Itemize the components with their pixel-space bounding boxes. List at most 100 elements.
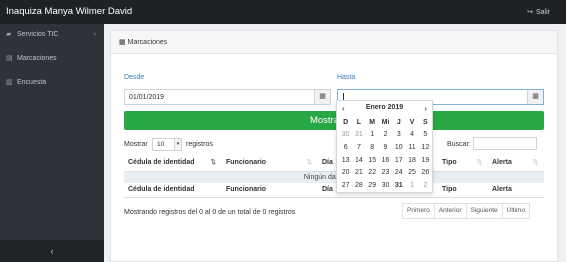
pagination-first[interactable]: Primero (403, 204, 435, 218)
calendar-day[interactable]: 13 (339, 157, 352, 164)
calendar-day[interactable]: 18 (405, 157, 418, 164)
table-footer-row: Cédula de identidad Funcionario Día Tipo… (124, 183, 544, 198)
calendar-day[interactable]: 1 (366, 131, 379, 138)
calendar-day[interactable]: 2 (419, 182, 432, 189)
column-label: Tipo (442, 159, 457, 167)
weekday-label: J (396, 118, 401, 126)
table-info: Mostrando registros del 0 al 0 de un tot… (124, 209, 296, 216)
weekday-header-row: D L M Mi J V S (339, 116, 432, 129)
card-title-text: Marcaciones (127, 39, 168, 46)
desde-label: Desde (124, 74, 145, 81)
calendar-day[interactable]: 23 (379, 169, 392, 176)
column-header-alerta[interactable]: Alerta ⇅ (488, 155, 544, 172)
registros-label: registros (186, 141, 213, 148)
footer-funcionario: Funcionario (222, 183, 318, 198)
column-header-cedula[interactable]: Cédula de identidad ⇅ (124, 155, 222, 172)
show-marcaciones-button[interactable]: Mostrar ma (124, 111, 544, 130)
calendar-day[interactable]: 16 (379, 157, 392, 164)
column-label: Cédula de identidad (128, 159, 195, 167)
chart-icon: ▥ (6, 79, 13, 86)
calendar-day[interactable]: 31 (352, 131, 365, 138)
table-row: Ningún dato dispon (124, 171, 544, 183)
calendar-day[interactable]: 3 (392, 131, 405, 138)
sidebar-item-encuesta[interactable]: ▥ Encuesta (0, 72, 104, 94)
calendar-icon: ▦ (119, 39, 126, 46)
card-header: ▦ Marcaciones (111, 31, 557, 54)
calendar-day[interactable]: 11 (405, 144, 418, 151)
pagination-previous[interactable]: Anterior (434, 204, 467, 218)
column-header-funcionario[interactable]: Funcionario ⇅ (222, 155, 318, 172)
calendar-day[interactable]: 2 (379, 131, 392, 138)
calendar-day[interactable]: 14 (352, 157, 365, 164)
pagination: Primero Anterior Siguiente Último (402, 203, 531, 219)
datepicker-month-title[interactable]: Enero 2019 (337, 104, 432, 111)
logout-link[interactable]: ↪ Salir (527, 8, 550, 16)
calendar-day[interactable]: 19 (419, 157, 432, 164)
calendar-day[interactable]: 29 (366, 182, 379, 189)
calendar-icon[interactable]: ▦ (314, 90, 330, 104)
calendar-day[interactable]: 12 (419, 144, 432, 151)
calendar-day[interactable]: 10 (392, 144, 405, 151)
sort-icon: ⇅ (210, 159, 216, 166)
calendar-day[interactable]: 30 (339, 131, 352, 138)
calendar-week-row: 13 14 15 16 17 18 19 (339, 154, 432, 167)
next-month-icon[interactable]: › (424, 104, 427, 113)
desde-field[interactable]: 01/01/2019 ▦ (124, 89, 331, 105)
calendar-day[interactable]: 21 (352, 169, 365, 176)
sort-icon: ⇅ (476, 159, 482, 166)
weekday-label: V (409, 118, 415, 126)
calendar-day[interactable]: 20 (339, 169, 352, 176)
chevron-down-icon: ▾ (174, 139, 181, 150)
calendar-day[interactable]: 24 (392, 169, 405, 176)
sidebar-collapse-button[interactable]: ‹ (0, 240, 104, 262)
calendar-day[interactable]: 28 (352, 182, 365, 189)
sort-icon: ⇅ (306, 159, 312, 166)
footer-tipo: Tipo (438, 183, 488, 198)
calendar-day[interactable]: 17 (392, 157, 405, 164)
empty-message: Ningún dato dispon (124, 171, 544, 183)
search-control: Buscar: (447, 137, 537, 150)
sidebar-item-label: Servicios TIC (17, 31, 59, 38)
desde-value: 01/01/2019 (129, 93, 165, 101)
calendar-day[interactable]: 31 (392, 182, 405, 189)
column-label: Funcionario (226, 159, 267, 167)
calendar-day[interactable]: 4 (405, 131, 418, 138)
sidebar-item-marcaciones[interactable]: ▤ Marcaciones (0, 48, 104, 70)
chevron-right-icon: › (93, 31, 96, 38)
weekday-label: D (343, 118, 349, 126)
chevron-left-icon: ‹ (50, 246, 54, 256)
hasta-label: Hasta (337, 74, 356, 81)
column-header-tipo[interactable]: Tipo ⇅ (438, 155, 488, 172)
weekday-label: S (422, 118, 428, 126)
calendar-day[interactable]: 30 (379, 182, 392, 189)
calendar-day[interactable]: 22 (366, 169, 379, 176)
datepicker-grid: D L M Mi J V S 30 31 1 2 3 4 5 6 7 8 9 10 11 12 13 14 15 16 17 18 1… (339, 116, 432, 192)
sidebar-item-label: Encuesta (17, 79, 47, 86)
calendar-day[interactable]: 26 (419, 169, 432, 176)
calendar-day[interactable]: 8 (366, 144, 379, 151)
calendar-day[interactable]: 9 (379, 144, 392, 151)
calendar-week-row: 20 21 22 23 24 25 26 (339, 166, 432, 179)
length-select[interactable]: 10 ▾ (152, 138, 182, 151)
calendar-week-row: 6 7 8 9 10 11 12 (339, 141, 432, 154)
calendar-week-row: 27 28 29 30 31 1 2 (339, 179, 432, 192)
calendar-day[interactable]: 1 (405, 182, 418, 189)
calendar-day[interactable]: 6 (339, 144, 352, 151)
logout-icon: ↪ (527, 9, 533, 16)
file-icon: ▤ (6, 55, 13, 62)
calendar-day[interactable]: 25 (405, 169, 418, 176)
search-input[interactable] (473, 137, 537, 150)
length-value: 10 (157, 141, 165, 148)
column-label: Alerta (492, 159, 512, 167)
pagination-last[interactable]: Último (502, 204, 530, 218)
column-label: Día (322, 159, 333, 167)
calendar-day[interactable]: 27 (339, 182, 352, 189)
calendar-day[interactable]: 15 (366, 157, 379, 164)
sidebar-item-servicios-tic[interactable]: ▰ Servicios TIC › (0, 24, 104, 46)
calendar-icon[interactable]: ▦ (527, 90, 543, 104)
calendar-day[interactable]: 5 (419, 131, 432, 138)
calendar-day[interactable]: 7 (352, 144, 365, 151)
user-name: Inaquiza Manya Wilmer David (6, 6, 133, 17)
pagination-next[interactable]: Siguiente (466, 204, 503, 218)
datepicker-popup: ‹ Enero 2019 › D L M Mi J V S 30 31 1 2 3 4 5 6 7 8 9 10 11… (336, 100, 433, 193)
